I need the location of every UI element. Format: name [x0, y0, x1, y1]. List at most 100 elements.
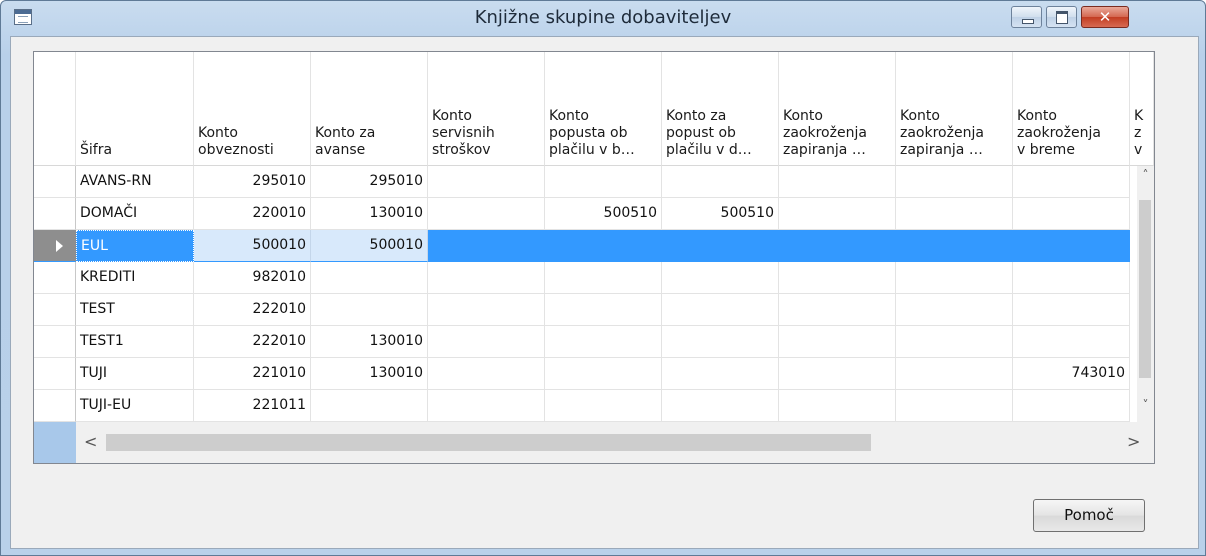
table-cell[interactable]: 743010 [1013, 358, 1130, 390]
table-cell[interactable] [896, 198, 1013, 230]
column-header[interactable]: Konto zaokroženja v breme [1013, 52, 1130, 166]
table-cell[interactable] [545, 262, 662, 294]
table-row[interactable]: TEST 222010 [34, 294, 1154, 326]
table-cell[interactable]: AVANS-RN [76, 166, 194, 198]
table-cell[interactable] [1013, 166, 1130, 198]
scroll-up-icon[interactable]: ˄ [1137, 168, 1154, 182]
table-cell[interactable]: 221011 [194, 390, 311, 422]
column-header[interactable]: Konto za popust ob plačilu v d… [662, 52, 779, 166]
row-selector[interactable] [34, 230, 76, 262]
table-cell[interactable] [428, 262, 545, 294]
table-row[interactable]: EUL 500010 500010 [34, 230, 1154, 262]
table-row[interactable]: AVANS-RN 295010 295010 [34, 166, 1154, 198]
row-selector[interactable] [34, 262, 76, 294]
table-cell[interactable]: DOMAČI [76, 198, 194, 230]
table-cell[interactable] [428, 230, 545, 262]
table-cell[interactable] [428, 358, 545, 390]
vertical-scroll-thumb[interactable] [1139, 200, 1151, 378]
minimize-button[interactable] [1011, 6, 1042, 28]
table-cell[interactable] [779, 166, 896, 198]
column-header[interactable]: Konto za avanse [311, 52, 428, 166]
column-header[interactable]: Konto obveznosti [194, 52, 311, 166]
table-cell[interactable]: 295010 [194, 166, 311, 198]
row-selector[interactable] [34, 326, 76, 358]
table-cell[interactable]: 130010 [311, 358, 428, 390]
row-selector[interactable] [34, 198, 76, 230]
row-selector[interactable] [34, 358, 76, 390]
table-cell[interactable] [545, 166, 662, 198]
table-row[interactable]: KREDITI 982010 [34, 262, 1154, 294]
column-header[interactable]: Konto zaokroženja zapiranja … [779, 52, 896, 166]
table-cell[interactable] [311, 294, 428, 326]
table-row[interactable]: TEST1 222010 130010 [34, 326, 1154, 358]
scroll-right-icon[interactable]: > [1127, 432, 1140, 451]
help-button[interactable]: Pomoč [1033, 499, 1145, 532]
table-cell[interactable] [428, 198, 545, 230]
horizontal-scrollbar[interactable]: < > [34, 422, 1154, 463]
row-selector[interactable] [34, 166, 76, 198]
table-cell[interactable] [545, 294, 662, 326]
table-cell[interactable]: 295010 [311, 166, 428, 198]
table-cell[interactable] [896, 294, 1013, 326]
table-cell[interactable] [896, 166, 1013, 198]
table-cell[interactable]: 500010 [311, 230, 428, 262]
table-cell[interactable] [662, 294, 779, 326]
table-cell[interactable] [545, 230, 662, 262]
table-cell[interactable] [896, 390, 1013, 422]
horizontal-scroll-thumb[interactable] [106, 434, 871, 451]
table-cell[interactable] [662, 358, 779, 390]
table-cell[interactable] [311, 390, 428, 422]
table-cell[interactable] [1013, 326, 1130, 358]
table-cell[interactable] [779, 390, 896, 422]
table-cell[interactable] [779, 198, 896, 230]
table-cell[interactable]: EUL [76, 230, 194, 262]
column-header[interactable]: K z v [1130, 52, 1154, 166]
table-cell[interactable]: 130010 [311, 198, 428, 230]
table-cell[interactable] [428, 390, 545, 422]
table-cell[interactable] [896, 230, 1013, 262]
row-selector[interactable] [34, 294, 76, 326]
table-cell[interactable] [779, 326, 896, 358]
table-cell[interactable]: TUJI-EU [76, 390, 194, 422]
column-header[interactable]: Konto servisnih stroškov [428, 52, 545, 166]
table-cell[interactable] [428, 166, 545, 198]
table-cell[interactable] [1013, 390, 1130, 422]
table-row[interactable]: DOMAČI 220010 130010 500510 500510 [34, 198, 1154, 230]
table-cell[interactable] [779, 262, 896, 294]
table-row[interactable]: TUJI-EU 221011 [34, 390, 1154, 422]
vertical-scrollbar[interactable]: ˄ ˅ [1137, 166, 1154, 422]
scroll-down-icon[interactable]: ˅ [1137, 398, 1154, 412]
table-cell[interactable] [662, 230, 779, 262]
table-cell[interactable]: 500510 [662, 198, 779, 230]
table-cell[interactable] [662, 326, 779, 358]
table-cell[interactable] [1013, 230, 1130, 262]
scroll-left-icon[interactable]: < [84, 432, 97, 451]
table-cell[interactable]: TUJI [76, 358, 194, 390]
table-cell[interactable] [662, 166, 779, 198]
column-header[interactable]: Konto zaokroženja zapiranja … [896, 52, 1013, 166]
title-bar[interactable]: Knjižne skupine dobaviteljev ✕ [1, 1, 1205, 35]
column-header[interactable]: Šifra [76, 52, 194, 166]
maximize-button[interactable] [1046, 6, 1077, 28]
table-cell[interactable]: TEST1 [76, 326, 194, 358]
column-header[interactable]: Konto popusta ob plačilu v b… [545, 52, 662, 166]
table-cell[interactable]: TEST [76, 294, 194, 326]
table-cell[interactable] [545, 326, 662, 358]
table-cell[interactable] [896, 358, 1013, 390]
table-cell[interactable]: 222010 [194, 326, 311, 358]
table-cell[interactable] [779, 294, 896, 326]
table-cell[interactable] [545, 358, 662, 390]
close-button[interactable]: ✕ [1081, 6, 1129, 28]
table-cell[interactable] [779, 358, 896, 390]
table-cell[interactable]: KREDITI [76, 262, 194, 294]
table-cell[interactable]: 221010 [194, 358, 311, 390]
table-cell[interactable]: 500010 [194, 230, 311, 262]
table-cell[interactable] [1013, 262, 1130, 294]
table-cell[interactable] [311, 262, 428, 294]
table-cell[interactable]: 500510 [545, 198, 662, 230]
table-cell[interactable] [662, 262, 779, 294]
table-cell[interactable]: 130010 [311, 326, 428, 358]
table-cell[interactable] [896, 262, 1013, 294]
table-cell[interactable] [1013, 294, 1130, 326]
table-row[interactable]: TUJI 221010 130010 743010 [34, 358, 1154, 390]
